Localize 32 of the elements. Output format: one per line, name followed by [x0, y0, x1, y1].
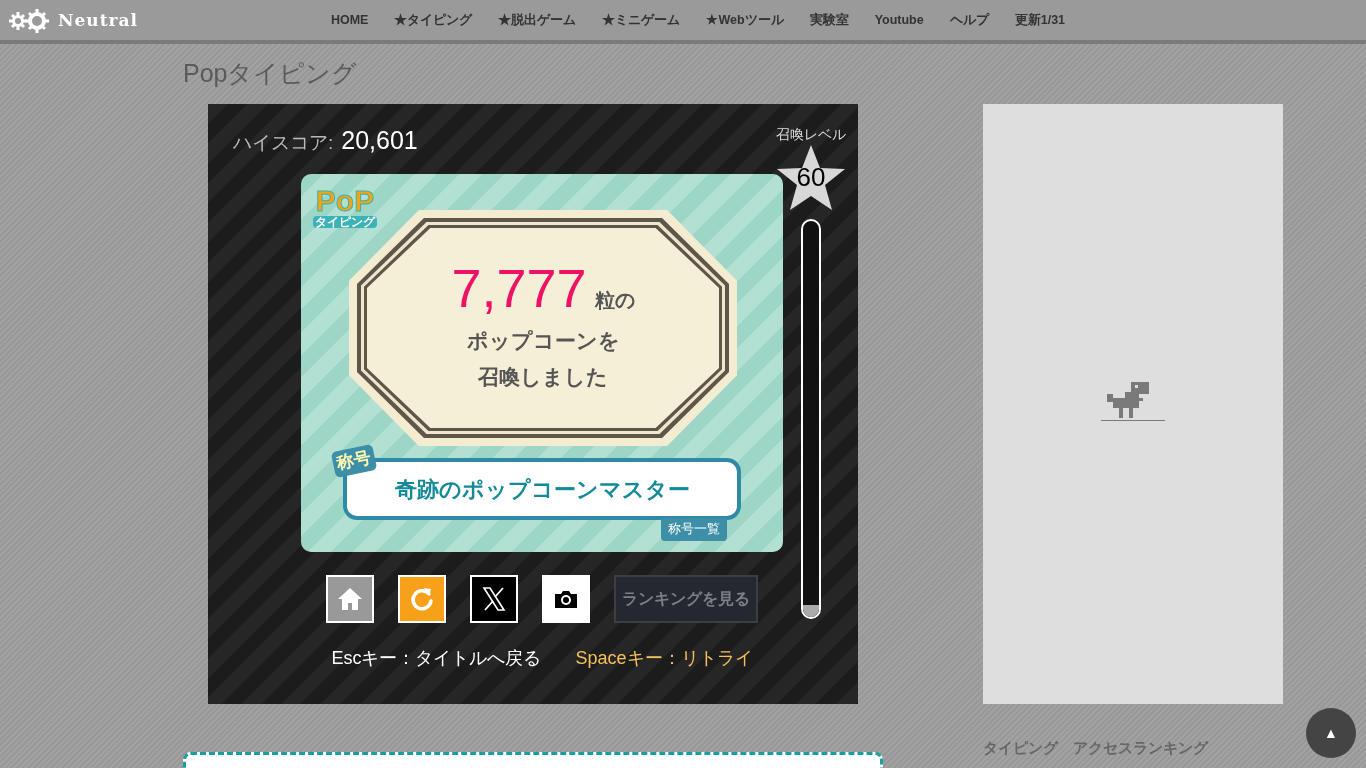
page-title: Popタイピング [183, 58, 359, 89]
nav-link[interactable]: ★Webツール [693, 0, 797, 40]
result-message-line: ポップコーンを [466, 328, 620, 354]
nav-link[interactable]: Youtube [861, 0, 937, 40]
screenshot-button[interactable] [542, 575, 590, 623]
count-unit: 粒の [594, 288, 635, 313]
title-tag: 称号 [330, 443, 378, 478]
key-hint: Spaceキー：リトライ [575, 647, 753, 670]
share-button[interactable] [470, 575, 518, 623]
popcorn-count: 7,777 [451, 261, 587, 315]
nav-link[interactable]: HOME [317, 0, 382, 40]
high-score-label: ハイスコア: [233, 131, 334, 155]
house-icon [336, 585, 364, 613]
nav-link[interactable]: ★タイピング [381, 0, 486, 40]
level-value: 60 [795, 164, 827, 190]
nav-link[interactable]: ヘルプ [936, 0, 1002, 40]
scroll-top-button[interactable]: ▲ [1306, 708, 1356, 758]
title-list-link[interactable]: 称号一覧 [661, 518, 727, 541]
nav-link[interactable]: ★脱出ゲーム [485, 0, 590, 40]
result-message-line: 召喚しました [478, 364, 608, 390]
game-logo: PoP タイピング [313, 186, 377, 228]
x-logo-icon [480, 585, 508, 613]
high-score-value: 20,601 [341, 125, 418, 156]
level-label: 召喚レベル [776, 125, 846, 144]
site-logo[interactable]: Neutral [58, 8, 138, 34]
ranking-heading: タイピング アクセスランキング [983, 739, 1210, 758]
retry-icon [408, 585, 436, 613]
nav-link[interactable]: ★ミニゲーム [589, 0, 694, 40]
key-hint: Escキー：タイトルへ戻る [331, 647, 542, 670]
home-button[interactable] [326, 575, 374, 623]
nav-link[interactable]: 更新1/31 [1001, 0, 1079, 40]
nav-link[interactable]: 実験室 [796, 0, 862, 40]
